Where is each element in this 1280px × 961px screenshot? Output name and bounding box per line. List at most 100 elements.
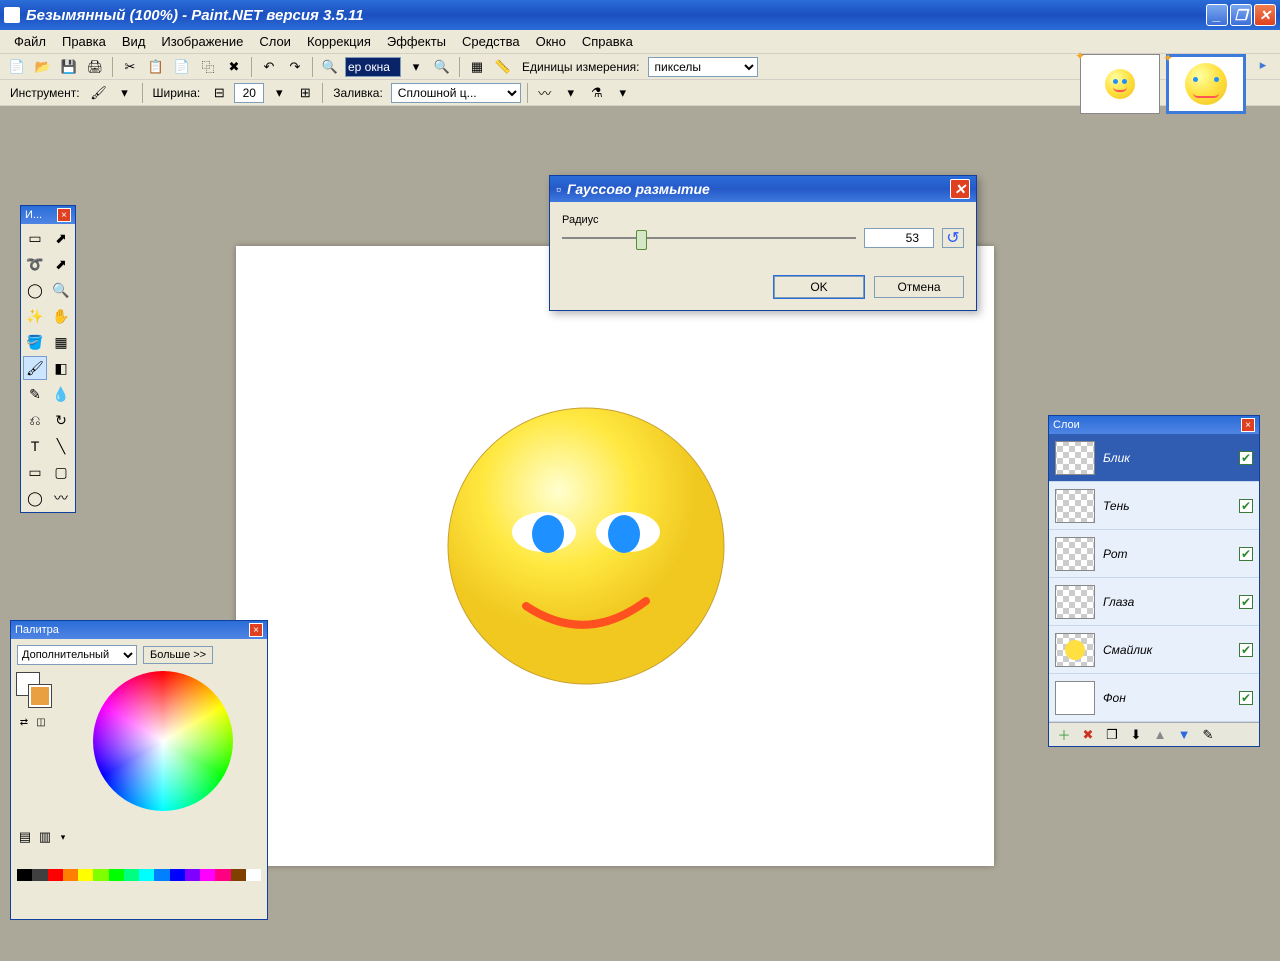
layer-row[interactable]: Блик✔ xyxy=(1049,434,1259,482)
canvas[interactable] xyxy=(236,246,994,866)
tool-dropdown[interactable]: ▾ xyxy=(114,82,136,104)
reset-colors-icon[interactable]: ◫ xyxy=(34,715,48,729)
antialias-dropdown[interactable]: ▾ xyxy=(560,82,582,104)
menu-view[interactable]: Вид xyxy=(114,31,154,52)
zoom-out-icon[interactable]: 🔍 xyxy=(319,56,341,78)
width-decrease[interactable]: ⊟ xyxy=(208,82,230,104)
line-tool[interactable]: ╲ xyxy=(49,434,73,458)
ruler-button[interactable]: 📏 xyxy=(492,56,514,78)
palette-color[interactable] xyxy=(139,869,154,881)
zoom-tool[interactable]: 🔍 xyxy=(49,278,73,302)
maximize-button[interactable]: ❐ xyxy=(1230,4,1252,26)
brush-tool[interactable]: 🖌 xyxy=(23,356,47,380)
deselect-button[interactable]: ✖ xyxy=(223,56,245,78)
ok-button[interactable]: OK xyxy=(774,276,864,298)
paste-button[interactable]: 📄 xyxy=(171,56,193,78)
layer-delete-button[interactable]: ✖ xyxy=(1079,726,1097,744)
color-wheel[interactable] xyxy=(93,671,233,811)
palette-manage-icon[interactable]: ▥ xyxy=(37,829,53,845)
close-button[interactable]: ✕ xyxy=(1254,4,1276,26)
cancel-button[interactable]: Отмена xyxy=(874,276,964,298)
menu-image[interactable]: Изображение xyxy=(153,31,251,52)
recolor-tool[interactable]: ↻ xyxy=(49,408,73,432)
layer-props-button[interactable]: ✎ xyxy=(1199,726,1217,744)
palette-mode-select[interactable]: Дополнительный xyxy=(17,645,137,665)
image-thumb-1[interactable]: ✦ xyxy=(1080,54,1160,114)
rect-select-tool[interactable]: ▭ xyxy=(23,226,47,250)
palette-color[interactable] xyxy=(48,869,63,881)
palette-color[interactable] xyxy=(124,869,139,881)
zoom-in-icon[interactable]: 🔍 xyxy=(431,56,453,78)
menu-help[interactable]: Справка xyxy=(574,31,641,52)
palette-color[interactable] xyxy=(78,869,93,881)
copy-button[interactable]: 📋 xyxy=(145,56,167,78)
lasso-tool[interactable]: ➰ xyxy=(23,252,47,276)
palette-color[interactable] xyxy=(215,869,230,881)
palette-color[interactable] xyxy=(246,869,261,881)
menu-adjust[interactable]: Коррекция xyxy=(299,31,379,52)
ellipse-select-tool[interactable]: ◯ xyxy=(23,278,47,302)
fill-select[interactable]: Сплошной ц... xyxy=(391,83,521,103)
rectangle-tool[interactable]: ▭ xyxy=(23,460,47,484)
clone-stamp-tool[interactable]: ⎌ xyxy=(23,408,47,432)
units-select[interactable]: пикселы xyxy=(648,57,758,77)
layer-merge-button[interactable]: ⬇ xyxy=(1127,726,1145,744)
menu-file[interactable]: Файл xyxy=(6,31,54,52)
zoom-select[interactable] xyxy=(345,57,401,77)
cut-button[interactable]: ✂ xyxy=(119,56,141,78)
palette-add-icon[interactable]: ▤ xyxy=(17,829,33,845)
palette-color[interactable] xyxy=(154,869,169,881)
move-selection-tool[interactable]: ⬈ xyxy=(49,252,73,276)
layers-close-icon[interactable]: × xyxy=(1241,418,1255,432)
layer-row[interactable]: Глаза✔ xyxy=(1049,578,1259,626)
layer-visible-checkbox[interactable]: ✔ xyxy=(1239,643,1253,657)
color-swatches[interactable] xyxy=(17,673,53,709)
rounded-rect-tool[interactable]: ▢ xyxy=(49,460,73,484)
radius-input[interactable] xyxy=(864,228,934,248)
menu-utilities[interactable]: Средства xyxy=(454,31,528,52)
secondary-color[interactable] xyxy=(29,685,51,707)
thumb-menu-icon[interactable]: ▸ xyxy=(1252,54,1274,76)
save-button[interactable]: 💾 xyxy=(58,56,80,78)
active-tool-icon[interactable]: 🖌 xyxy=(88,82,110,104)
menu-effects[interactable]: Эффекты xyxy=(379,31,454,52)
palette-menu-icon[interactable]: ▾ xyxy=(57,829,69,845)
new-button[interactable]: 📄 xyxy=(6,56,28,78)
menu-window[interactable]: Окно xyxy=(528,31,574,52)
layer-up-button[interactable]: ▲ xyxy=(1151,726,1169,744)
radius-reset-button[interactable]: ↺ xyxy=(942,228,964,248)
layer-down-button[interactable]: ▼ xyxy=(1175,726,1193,744)
palette-more-button[interactable]: Больше >> xyxy=(143,646,213,664)
swap-colors-icon[interactable]: ⇄ xyxy=(17,715,31,729)
radius-slider[interactable] xyxy=(562,228,856,248)
gradient-tool[interactable]: ▦ xyxy=(49,330,73,354)
palette-strip[interactable] xyxy=(17,869,261,881)
width-increase[interactable]: ⊞ xyxy=(294,82,316,104)
layer-visible-checkbox[interactable]: ✔ xyxy=(1239,499,1253,513)
menu-layers[interactable]: Слои xyxy=(251,31,299,52)
palette-color[interactable] xyxy=(231,869,246,881)
undo-button[interactable]: ↶ xyxy=(258,56,280,78)
menu-edit[interactable]: Правка xyxy=(54,31,114,52)
palette-color[interactable] xyxy=(185,869,200,881)
zoom-dropdown[interactable]: ▾ xyxy=(405,56,427,78)
palette-color[interactable] xyxy=(109,869,124,881)
layer-visible-checkbox[interactable]: ✔ xyxy=(1239,691,1253,705)
dialog-close-button[interactable]: ✕ xyxy=(950,179,970,199)
blend-dropdown[interactable]: ▾ xyxy=(612,82,634,104)
layer-visible-checkbox[interactable]: ✔ xyxy=(1239,547,1253,561)
palette-color[interactable] xyxy=(170,869,185,881)
redo-button[interactable]: ↷ xyxy=(284,56,306,78)
layer-row[interactable]: Смайлик✔ xyxy=(1049,626,1259,674)
palette-color[interactable] xyxy=(17,869,32,881)
layer-duplicate-button[interactable]: ❐ xyxy=(1103,726,1121,744)
text-tool[interactable]: T xyxy=(23,434,47,458)
layer-visible-checkbox[interactable]: ✔ xyxy=(1239,595,1253,609)
layer-add-button[interactable]: ＋ xyxy=(1055,726,1073,744)
magic-wand-tool[interactable]: ✨ xyxy=(23,304,47,328)
crop-button[interactable]: ⿻ xyxy=(197,56,219,78)
width-input[interactable] xyxy=(234,83,264,103)
ellipse-tool[interactable]: ◯ xyxy=(23,486,47,510)
layer-row[interactable]: Фон✔ xyxy=(1049,674,1259,722)
palette-close-icon[interactable]: × xyxy=(249,623,263,637)
